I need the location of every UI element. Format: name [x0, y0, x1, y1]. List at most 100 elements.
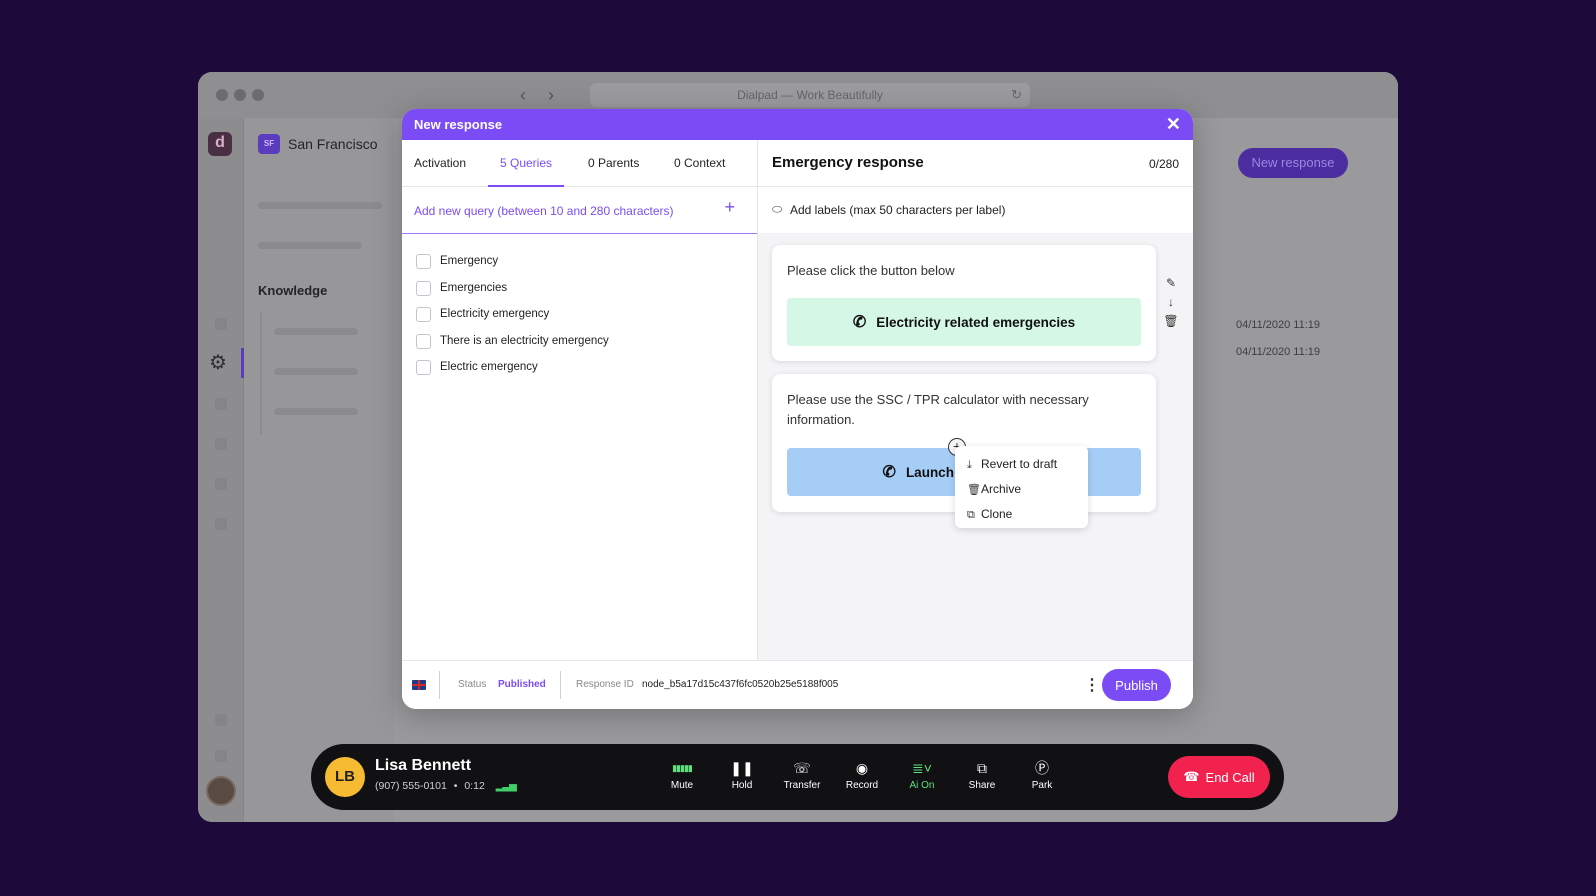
- record-icon: ◉: [855, 760, 869, 776]
- sidebar-placeholder: [274, 328, 358, 335]
- char-count: 0/280: [1148, 157, 1179, 171]
- rail-icon-3[interactable]: [215, 438, 227, 450]
- reload-icon[interactable]: ↻: [1011, 83, 1022, 107]
- publish-button[interactable]: Publish: [1102, 669, 1171, 701]
- end-call-label: End Call: [1205, 769, 1255, 785]
- edit-icon[interactable]: ✎: [1162, 276, 1180, 295]
- rail-icon-2[interactable]: [215, 398, 227, 410]
- forward-arrow-icon[interactable]: ›: [548, 85, 554, 106]
- phone-icon: ✆: [882, 464, 896, 481]
- menu-item-clone[interactable]: ⧉ Clone: [955, 502, 1088, 527]
- more-options-icon[interactable]: ⋮: [1084, 675, 1100, 695]
- new-response-button[interactable]: New response: [1238, 148, 1348, 178]
- row-date: 04/11/2020 11:19: [1236, 319, 1321, 331]
- new-response-modal: New response ✕ Activation 5 Queries 0 Pa…: [402, 109, 1193, 709]
- query-text: Electricity emergency: [440, 308, 550, 320]
- tab-queries[interactable]: 5 Queries: [488, 140, 564, 187]
- add-query-row: +: [402, 187, 757, 234]
- query-checkbox[interactable]: [416, 280, 431, 296]
- close-icon[interactable]: ✕: [1166, 109, 1181, 140]
- signal-strength-icon: ▂▃▅: [495, 781, 517, 792]
- record-button[interactable]: ◉ Record: [836, 758, 888, 791]
- back-arrow-icon[interactable]: ‹: [520, 85, 526, 106]
- window-zoom-dot[interactable]: [252, 89, 264, 101]
- user-avatar[interactable]: [206, 776, 236, 806]
- uk-flag-icon[interactable]: [412, 680, 426, 690]
- delete-icon[interactable]: 🗑: [1162, 314, 1180, 333]
- tab-activation[interactable]: Activation: [414, 140, 466, 187]
- rail-icon-4[interactable]: [215, 478, 227, 490]
- menu-item-archive[interactable]: 🗑Archive: [955, 477, 1088, 502]
- list-item: Emergency: [416, 250, 746, 277]
- dialpad-logo[interactable]: d: [208, 132, 232, 156]
- caller-avatar: LB: [325, 757, 365, 797]
- card-text: Please click the button below: [787, 263, 955, 278]
- rail-icon-7[interactable]: [215, 750, 227, 762]
- tab-context[interactable]: 0 Context: [674, 140, 725, 187]
- org-name[interactable]: San Francisco: [288, 134, 377, 154]
- share-screen-icon: ⧉: [977, 760, 987, 776]
- card-toolbar: ✎ ↓ 🗑: [1162, 276, 1180, 333]
- sidebar-tree-line: [260, 312, 262, 434]
- table-row[interactable]: 1 04/11/2020 11:19: [1172, 339, 1348, 365]
- add-query-plus-icon[interactable]: +: [724, 197, 735, 218]
- park-label: Park: [1031, 780, 1053, 791]
- app-rail: d ⚙: [198, 118, 244, 822]
- query-checkbox[interactable]: [416, 333, 431, 349]
- menu-item-revert-to-draft[interactable]: ⤓ Revert to draft: [955, 452, 1088, 477]
- sidebar: SF San Francisco Knowledge: [244, 118, 394, 822]
- share-button[interactable]: ⧉ Share: [956, 758, 1008, 791]
- query-list: Emergency Emergencies Electricity emerge…: [416, 250, 746, 383]
- modal-title: New response: [414, 117, 503, 132]
- ai-toggle-button[interactable]: ≣˅ Ai On: [896, 758, 948, 791]
- window-close-dot[interactable]: [216, 89, 228, 101]
- rail-icon-6[interactable]: [215, 714, 227, 726]
- electricity-emergencies-button[interactable]: ✆ Electricity related emergencies: [787, 298, 1141, 346]
- query-checkbox[interactable]: [416, 360, 431, 375]
- response-card[interactable]: Please click the button below ✆ Electric…: [772, 245, 1156, 361]
- hold-button[interactable]: ❚❚ Hold: [716, 758, 768, 791]
- context-menu: ⤓ Revert to draft 🗑Archive ⧉ Clone: [955, 446, 1088, 528]
- divider: [439, 671, 440, 699]
- record-label: Record: [845, 780, 879, 791]
- transfer-button[interactable]: ☏ Transfer: [776, 758, 828, 791]
- query-checkbox[interactable]: [416, 254, 431, 269]
- add-query-input[interactable]: [414, 200, 714, 222]
- query-text: Emergencies: [440, 281, 508, 294]
- download-icon: ⤓: [967, 459, 972, 471]
- response-title[interactable]: Emergency response: [772, 154, 924, 171]
- response-id-label: Response ID: [576, 679, 634, 690]
- sidebar-heading-knowledge: Knowledge: [258, 283, 328, 298]
- table-row[interactable]: 1 04/11/2020 11:19: [1172, 312, 1348, 338]
- tag-icon: ⬭: [772, 202, 783, 216]
- park-button[interactable]: Ⓟ Park: [1016, 758, 1068, 791]
- modal-footer: Status Published Response ID node_b5a17d…: [402, 660, 1193, 709]
- mute-button[interactable]: ▮▮▮▮▮ Mute: [656, 758, 708, 791]
- share-label: Share: [968, 780, 996, 791]
- list-item: There is an electricity emergency: [416, 330, 746, 357]
- hold-label: Hold: [731, 780, 753, 791]
- mute-waveform-icon: ▮▮▮▮▮: [672, 763, 693, 773]
- ai-label: Ai On: [909, 780, 935, 791]
- sidebar-placeholder: [274, 368, 358, 375]
- end-call-button[interactable]: ☎ End Call: [1168, 756, 1270, 798]
- labels-row[interactable]: ⬭ Add labels (max 50 characters per labe…: [758, 187, 1193, 233]
- rail-icon-1[interactable]: [215, 318, 227, 330]
- divider: [560, 671, 561, 699]
- url-bar[interactable]: Dialpad — Work Beautifully ↻: [590, 83, 1030, 107]
- list-item: Electricity emergency: [416, 303, 746, 330]
- tab-parents[interactable]: 0 Parents: [588, 140, 639, 187]
- sidebar-placeholder: [258, 202, 382, 209]
- move-down-icon[interactable]: ↓: [1162, 295, 1180, 314]
- copy-icon: ⧉: [967, 509, 975, 521]
- queries-pane: Activation 5 Queries 0 Parents 0 Context…: [402, 140, 758, 660]
- mute-label: Mute: [670, 780, 694, 791]
- query-checkbox[interactable]: [416, 307, 431, 322]
- labels-placeholder: Add labels (max 50 characters per label): [790, 203, 1006, 217]
- window-minimize-dot[interactable]: [234, 89, 246, 101]
- call-bar: LB Lisa Bennett (907) 555-0101 • 0:12 ▂▃…: [311, 744, 1284, 810]
- button-label: Electricity related emergencies: [876, 314, 1076, 330]
- rail-icon-5[interactable]: [215, 518, 227, 530]
- card-text: Please use the SSC / TPR calculator with…: [787, 392, 1089, 427]
- gear-icon[interactable]: ⚙: [209, 350, 227, 375]
